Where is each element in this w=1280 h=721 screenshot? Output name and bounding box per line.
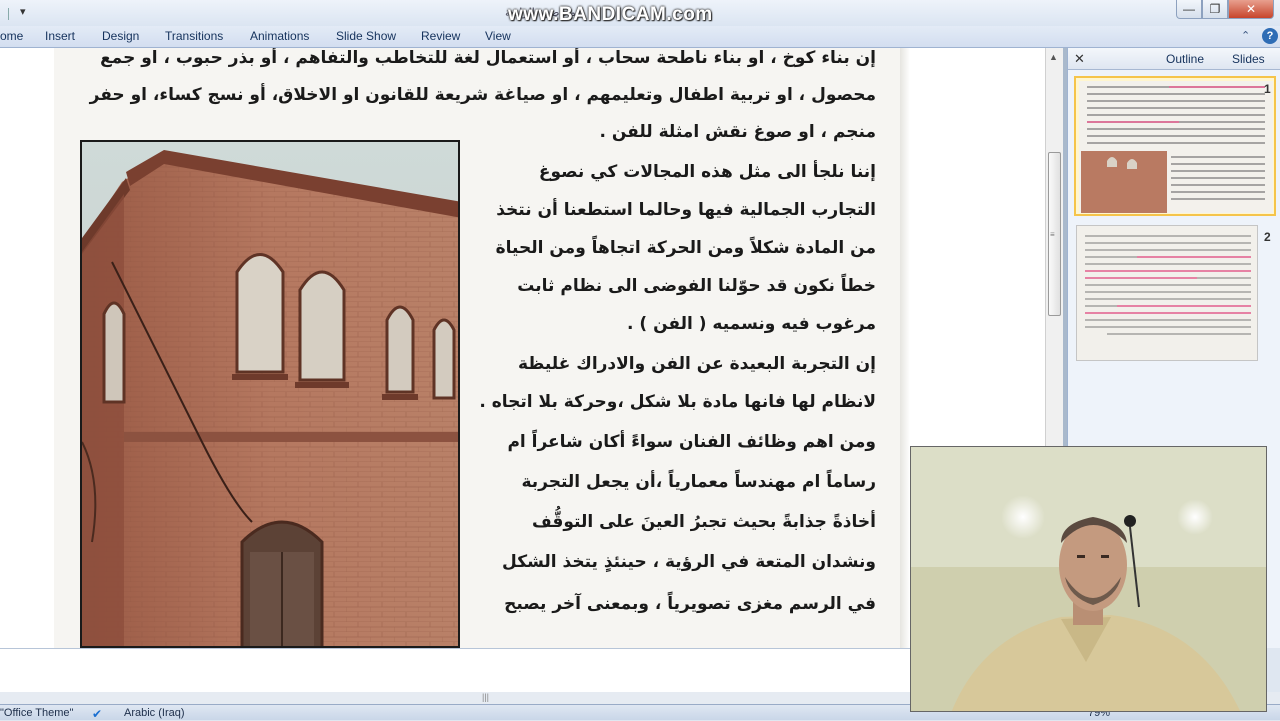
theme-name[interactable]: "Office Theme" bbox=[0, 707, 73, 719]
slide-number-2: 2 bbox=[1264, 230, 1271, 244]
tab-slides[interactable]: Slides bbox=[1232, 52, 1265, 66]
minimize-button[interactable]: — bbox=[1176, 0, 1202, 19]
text-line-13: أخاذةً جذابةً بحيث تجبرُ العينَ على التو… bbox=[531, 512, 876, 532]
tab-animations[interactable]: Animations bbox=[250, 29, 309, 43]
text-line-3: منجم ، او صوغ نقش امثلة للفن . bbox=[599, 122, 876, 142]
help-icon[interactable]: ? bbox=[1262, 28, 1278, 44]
ribbon-tabs: ome Insert Design Transitions Animations… bbox=[0, 26, 1280, 48]
tab-design[interactable]: Design bbox=[102, 29, 139, 43]
slide-thumbnail-1[interactable] bbox=[1074, 76, 1276, 216]
building-photo bbox=[80, 140, 460, 648]
slide-editing-area[interactable]: إن بناء كوخ ، او بناء ناطحة سحاب ، أو اس… bbox=[0, 48, 1045, 648]
thumbnail-1-preview bbox=[1081, 86, 1265, 213]
slide-number-1: 1 bbox=[1264, 82, 1271, 96]
slide-thumbnail-2[interactable] bbox=[1076, 225, 1258, 361]
text-line-8: مرغوب فيه ونسميه ( الفن ) . bbox=[627, 314, 876, 334]
quick-access-toolbar[interactable]: ▾ bbox=[0, 2, 40, 22]
title-bar: ▾ المحاضرة الرابعة www.BANDICAM.com — ❐ … bbox=[0, 0, 1280, 26]
recorder-watermark: www.BANDICAM.com bbox=[508, 4, 713, 25]
tab-transitions[interactable]: Transitions bbox=[165, 29, 223, 43]
text-line-11: ومن اهم وظائف الفنان سواءً أكان شاعراً ا… bbox=[507, 432, 876, 452]
text-line-2: محصول ، او تربية اطفال وتعليمهم ، او صيا… bbox=[89, 85, 876, 105]
text-line-5: التجارب الجمالية فيها وحالما استطعنا أن … bbox=[496, 200, 876, 220]
building-illustration bbox=[82, 142, 458, 646]
slide-edge bbox=[900, 48, 910, 648]
text-line-7: خطاً نكون قد حوّلنا الفوضى الى نظام ثابت bbox=[517, 276, 876, 296]
thumbnail-1-content bbox=[1079, 81, 1273, 213]
slide-canvas[interactable]: إن بناء كوخ ، او بناء ناطحة سحاب ، أو اس… bbox=[54, 48, 904, 648]
text-line-1: إن بناء كوخ ، او بناء ناطحة سحاب ، أو اس… bbox=[100, 48, 876, 68]
maximize-button[interactable]: ❐ bbox=[1202, 0, 1228, 19]
text-line-4: إننا نلجأ الى مثل هذه المجالات كي نصوغ bbox=[538, 162, 876, 182]
toolbar-separator bbox=[8, 8, 9, 20]
tab-review[interactable]: Review bbox=[421, 29, 460, 43]
notes-pane[interactable] bbox=[0, 648, 910, 692]
presenter-video bbox=[911, 447, 1266, 711]
text-line-10: لانظام لها فانها مادة بلا شكل ،وحركة بلا… bbox=[479, 392, 876, 412]
ribbon-minimize-icon[interactable]: ⌃ bbox=[1241, 29, 1250, 42]
scroll-up-icon[interactable]: ▲ bbox=[1049, 52, 1058, 62]
text-line-14: ونشدان المتعة في الرؤية ، حينئذٍ يتخذ ال… bbox=[502, 552, 876, 572]
text-line-15: في الرسم مغزى تصويرياً ، وبمعنى آخر يصبح bbox=[504, 594, 876, 614]
panel-close-icon[interactable]: ✕ bbox=[1074, 51, 1085, 67]
tab-home[interactable]: ome bbox=[0, 29, 23, 43]
tab-slide-show[interactable]: Slide Show bbox=[336, 29, 396, 43]
close-button[interactable]: ✕ bbox=[1228, 0, 1274, 19]
text-line-12: رساماً ام مهندساً معمارياً ،أن يجعل التج… bbox=[521, 472, 876, 492]
scroll-grip-icon: ≡ bbox=[1050, 230, 1055, 239]
tab-view[interactable]: View bbox=[485, 29, 511, 43]
splitter-grip-icon[interactable]: ||| bbox=[482, 692, 489, 702]
tab-outline[interactable]: Outline bbox=[1166, 52, 1204, 66]
text-line-9: إن التجربة البعيدة عن الفن والادراك غليظ… bbox=[517, 354, 876, 374]
tab-insert[interactable]: Insert bbox=[45, 29, 75, 43]
webcam-overlay bbox=[910, 446, 1267, 712]
text-line-6: من المادة شكلاً ومن الحركة اتجاهاً ومن ا… bbox=[495, 238, 876, 258]
language-indicator[interactable]: Arabic (Iraq) bbox=[124, 707, 185, 719]
thumbnail-2-preview bbox=[1085, 235, 1251, 335]
spell-check-icon[interactable]: ✔ bbox=[92, 707, 108, 721]
panel-tabs: ✕ Outline Slides bbox=[1068, 48, 1280, 70]
customize-dropdown-icon[interactable]: ▾ bbox=[20, 5, 26, 18]
